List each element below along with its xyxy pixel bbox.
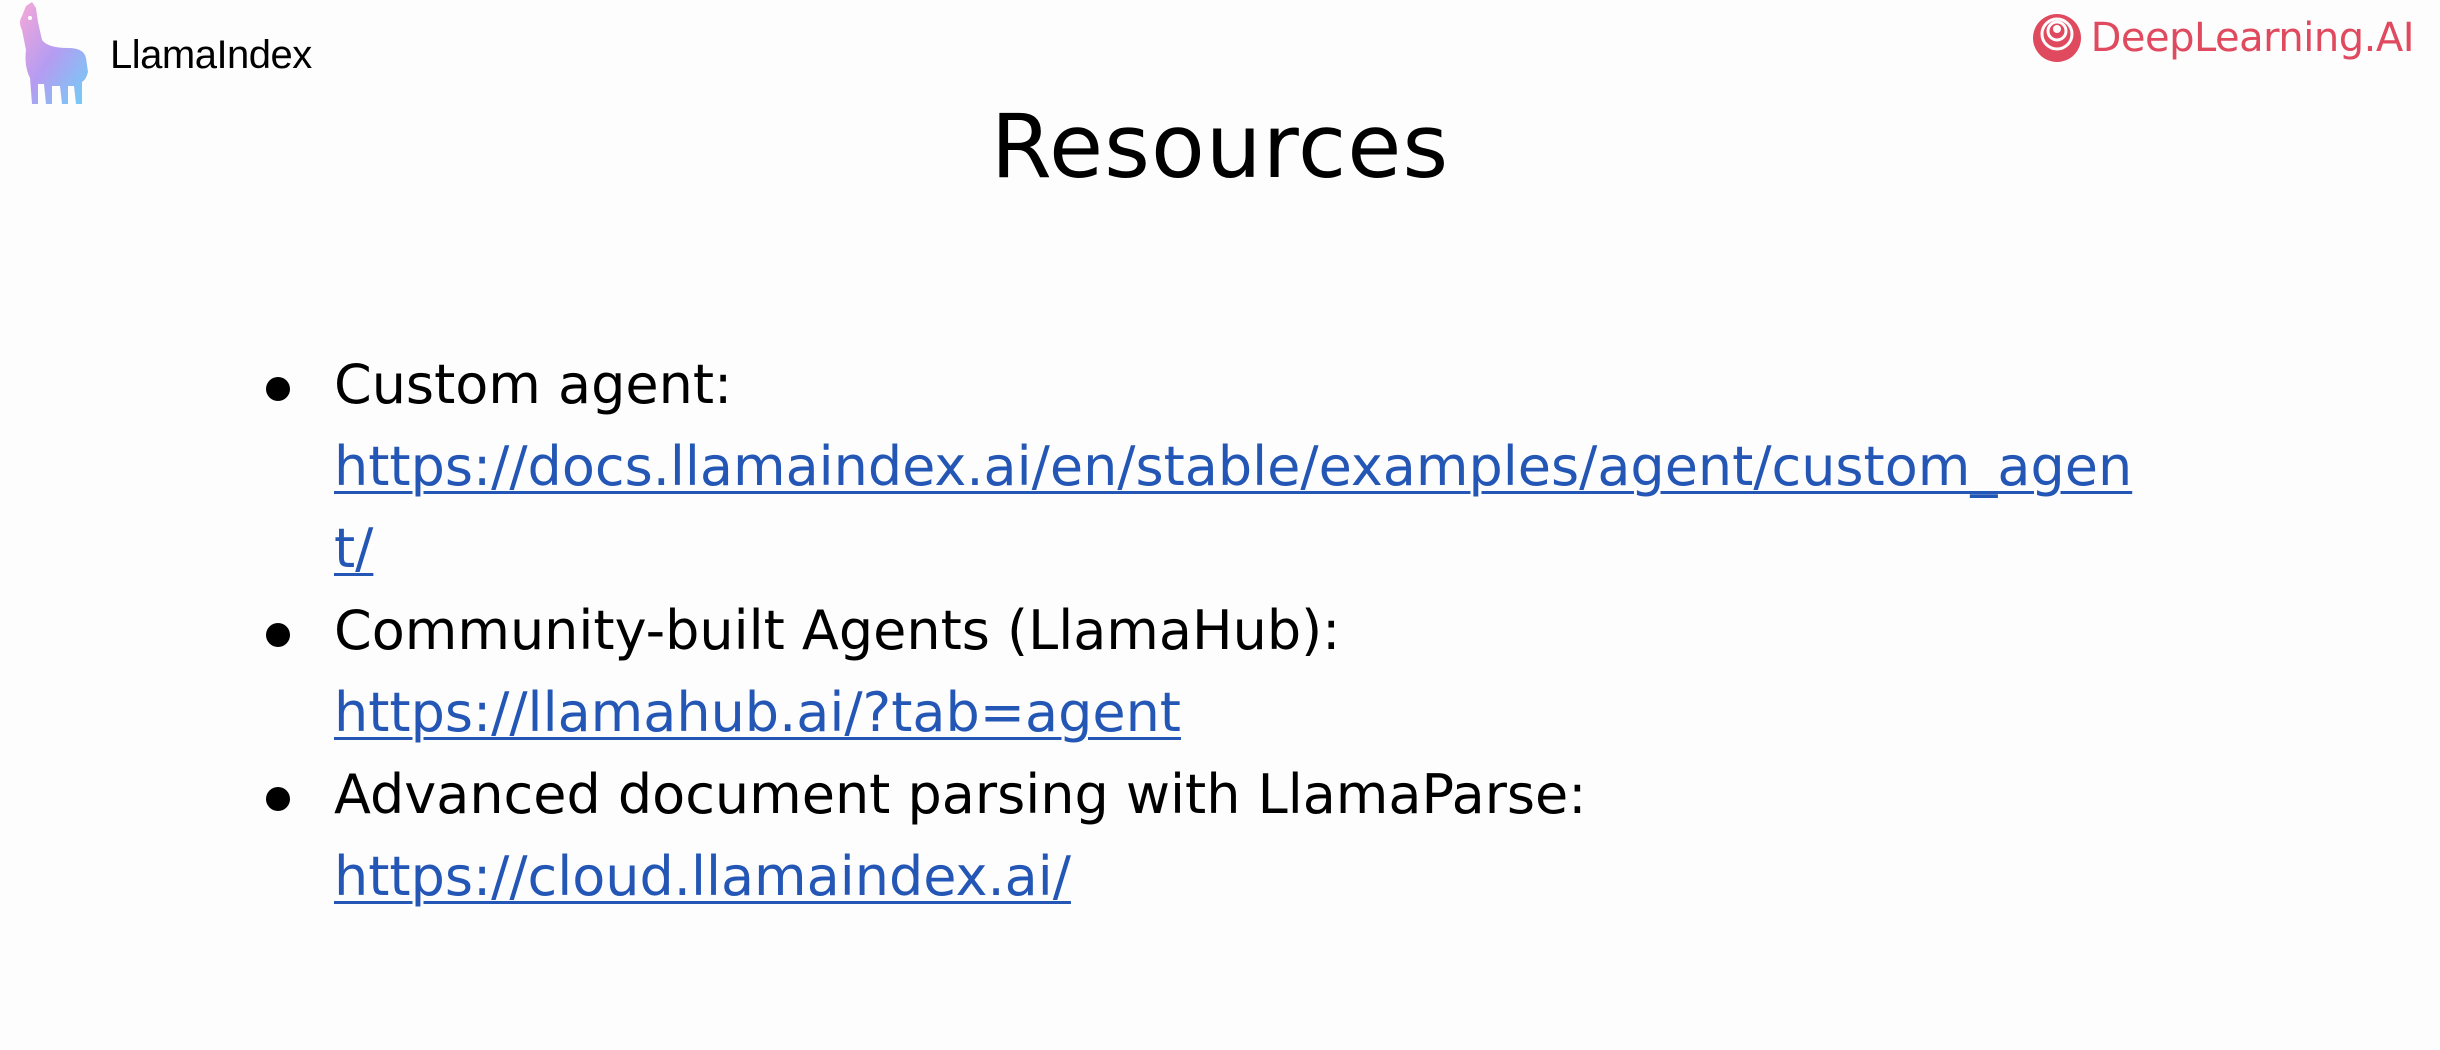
deeplearning-ai-icon xyxy=(2032,14,2081,62)
resource-label: Custom agent: xyxy=(334,353,733,416)
bullet-icon xyxy=(266,623,290,647)
llamahub-agents-link[interactable]: https://llamahub.ai/?tab=agent xyxy=(334,672,2164,754)
resource-label: Community-built Agents (LlamaHub): xyxy=(334,599,1341,662)
bullet-icon xyxy=(266,787,290,811)
resource-item-community-agents: Community-built Agents (LlamaHub): https… xyxy=(256,590,2216,754)
deeplearning-ai-wordmark: DeepLearning.AI xyxy=(2090,15,2415,61)
resource-item-custom-agent: Custom agent: https://docs.llamaindex.ai… xyxy=(256,344,2216,590)
bullet-icon xyxy=(266,377,290,401)
resource-label: Advanced document parsing with LlamaPars… xyxy=(334,763,1587,826)
deeplearning-ai-logo: DeepLearning.AI xyxy=(2031,10,2415,66)
llamaindex-wordmark: LlamaIndex xyxy=(110,32,312,77)
llamaparse-cloud-link[interactable]: https://cloud.llamaindex.ai/ xyxy=(334,836,2164,918)
slide-title: Resources xyxy=(990,95,1450,198)
resource-list: Custom agent: https://docs.llamaindex.ai… xyxy=(256,344,2216,918)
custom-agent-link[interactable]: https://docs.llamaindex.ai/en/stable/exa… xyxy=(334,426,2164,590)
resource-item-llamaparse: Advanced document parsing with LlamaPars… xyxy=(256,754,2216,918)
